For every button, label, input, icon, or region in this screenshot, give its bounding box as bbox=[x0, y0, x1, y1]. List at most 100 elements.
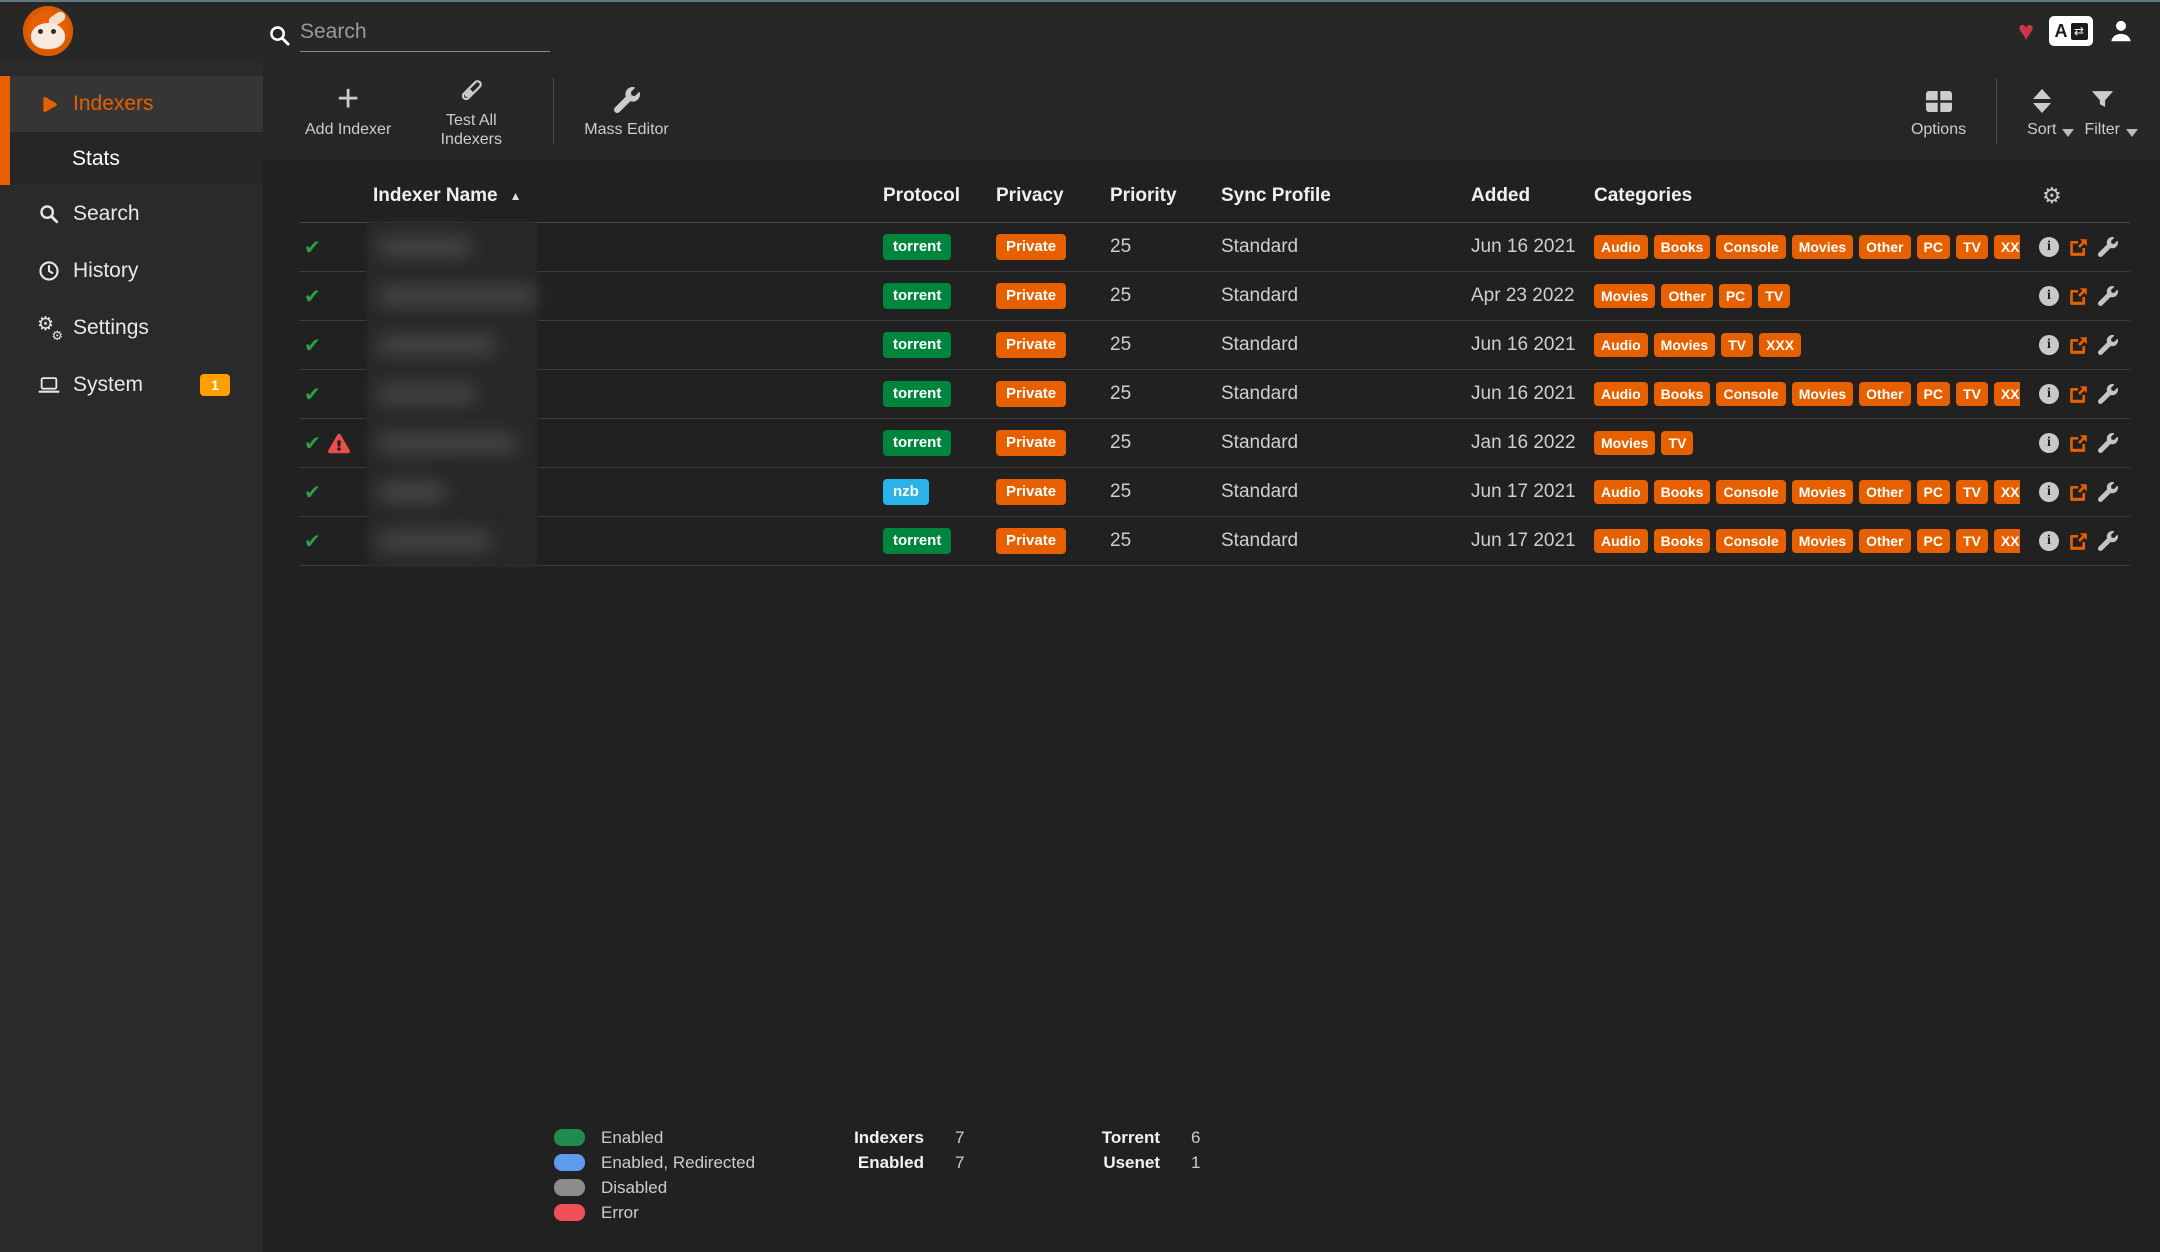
wrench-icon[interactable] bbox=[2098, 335, 2118, 355]
button-label: Mass Editor bbox=[584, 120, 668, 139]
redacted-name-blob bbox=[377, 286, 537, 306]
header-sync-profile[interactable]: Sync Profile bbox=[1221, 185, 1471, 207]
mass-editor-button[interactable]: Mass Editor bbox=[570, 83, 682, 139]
sidebar: Indexers Stats Search History bbox=[0, 62, 263, 1252]
external-link-icon[interactable] bbox=[2068, 286, 2089, 307]
category-badge: Movies bbox=[1792, 235, 1853, 259]
wrench-icon[interactable] bbox=[2098, 531, 2118, 551]
protocol-cell: torrent bbox=[883, 419, 996, 467]
protocol-cell: torrent bbox=[883, 321, 996, 369]
table-options-icon bbox=[1925, 83, 1953, 113]
external-link-icon[interactable] bbox=[2068, 433, 2089, 454]
external-link-icon[interactable] bbox=[2068, 237, 2089, 258]
category-badge: Other bbox=[1859, 529, 1910, 553]
filter-button[interactable]: Filter bbox=[2070, 83, 2134, 139]
header-protocol[interactable]: Protocol bbox=[883, 185, 996, 207]
info-icon[interactable]: i bbox=[2039, 237, 2059, 257]
protocol-cell: torrent bbox=[883, 272, 996, 320]
wrench-icon[interactable] bbox=[2098, 384, 2118, 404]
user-icon[interactable] bbox=[2108, 18, 2134, 44]
header-indexer-name[interactable]: Indexer Name ▲ bbox=[373, 185, 883, 207]
sidebar-item-label: History bbox=[73, 259, 138, 283]
header-privacy[interactable]: Privacy bbox=[996, 185, 1110, 207]
category-badge: Movies bbox=[1654, 333, 1715, 357]
sort-button[interactable]: Sort bbox=[2013, 83, 2070, 139]
row-actions-cell: i bbox=[2020, 272, 2130, 320]
add-indexer-button[interactable]: + Add Indexer bbox=[291, 83, 405, 139]
external-link-icon[interactable] bbox=[2068, 335, 2089, 356]
info-icon[interactable]: i bbox=[2039, 531, 2059, 551]
indexer-name-cell bbox=[373, 321, 883, 369]
wrench-icon[interactable] bbox=[2098, 433, 2118, 453]
sidebar-item-history[interactable]: History bbox=[0, 242, 263, 299]
privacy-badge: Private bbox=[996, 430, 1066, 455]
wrench-icon[interactable] bbox=[2098, 286, 2118, 306]
category-badge: Audio bbox=[1594, 529, 1648, 553]
info-icon[interactable]: i bbox=[2039, 433, 2059, 453]
protocol-cell: torrent bbox=[883, 370, 996, 418]
privacy-cell: Private bbox=[996, 517, 1110, 565]
sync-profile-cell: Standard bbox=[1221, 517, 1471, 565]
protocol-badge: nzb bbox=[883, 479, 929, 504]
search-input[interactable] bbox=[300, 18, 550, 52]
redacted-indexer-name bbox=[367, 270, 537, 322]
active-section: Indexers Stats bbox=[0, 76, 263, 185]
table-row: ✔torrentPrivate25StandardJun 16 2021Audi… bbox=[300, 223, 2130, 272]
indexer-name-cell bbox=[373, 223, 883, 271]
header-categories[interactable]: Categories bbox=[1594, 185, 2020, 207]
external-link-icon[interactable] bbox=[2068, 482, 2089, 503]
enabled-check-icon: ✔ bbox=[304, 284, 321, 309]
external-link-icon[interactable] bbox=[2068, 384, 2089, 405]
sidebar-item-label: Indexers bbox=[73, 92, 154, 116]
protocol-cell: torrent bbox=[883, 223, 996, 271]
header-priority[interactable]: Priority bbox=[1110, 185, 1221, 207]
table-row: ✔torrentPrivate25StandardJun 17 2021Audi… bbox=[300, 517, 2130, 566]
column-settings-button[interactable]: ⚙ bbox=[2020, 183, 2130, 209]
protocol-badge: torrent bbox=[883, 430, 951, 455]
test-all-indexers-button[interactable]: Test All Indexers bbox=[405, 74, 537, 149]
header-added[interactable]: Added bbox=[1471, 185, 1594, 207]
translate-icon[interactable]: A ⇄ bbox=[2049, 16, 2093, 46]
row-status-cell: ✔ bbox=[300, 370, 373, 418]
category-badge: Books bbox=[1654, 480, 1711, 504]
info-icon[interactable]: i bbox=[2039, 384, 2059, 404]
indexer-name-cell bbox=[373, 468, 883, 516]
prowlarr-logo[interactable] bbox=[23, 6, 73, 56]
vial-icon bbox=[458, 74, 485, 104]
added-date-cell: Jun 16 2021 bbox=[1471, 370, 1594, 418]
category-badge: XXX bbox=[1759, 333, 1801, 357]
row-status-cell: ✔ bbox=[300, 517, 373, 565]
category-badge: Movies bbox=[1792, 480, 1853, 504]
legend-color-pill bbox=[554, 1179, 585, 1196]
wrench-icon[interactable] bbox=[2098, 237, 2118, 257]
indexer-table: Indexer Name ▲ Protocol Privacy Priority… bbox=[300, 170, 2130, 566]
info-icon[interactable]: i bbox=[2039, 482, 2059, 502]
stat-label: Usenet bbox=[1030, 1153, 1160, 1173]
table-options-button[interactable]: Options bbox=[1897, 83, 1980, 139]
wrench-icon bbox=[614, 83, 640, 113]
sidebar-item-system[interactable]: System 1 bbox=[0, 356, 263, 413]
added-date-cell: Jan 16 2022 bbox=[1471, 419, 1594, 467]
wrench-icon[interactable] bbox=[2098, 482, 2118, 502]
added-date-cell: Jun 16 2021 bbox=[1471, 223, 1594, 271]
priority-cell: 25 bbox=[1110, 370, 1221, 418]
sidebar-item-settings[interactable]: Settings bbox=[0, 299, 263, 356]
external-link-icon[interactable] bbox=[2068, 531, 2089, 552]
priority-cell: 25 bbox=[1110, 419, 1221, 467]
privacy-badge: Private bbox=[996, 283, 1066, 308]
redacted-indexer-name bbox=[367, 515, 537, 567]
info-icon[interactable]: i bbox=[2039, 286, 2059, 306]
stat-row: Torrent6 bbox=[1030, 1125, 1266, 1150]
donate-heart-icon[interactable]: ♥ bbox=[2018, 18, 2034, 45]
info-icon[interactable]: i bbox=[2039, 335, 2059, 355]
sidebar-item-stats[interactable]: Stats bbox=[10, 132, 263, 185]
sync-profile-cell: Standard bbox=[1221, 370, 1471, 418]
redacted-name-blob bbox=[377, 335, 497, 355]
category-badge: Movies bbox=[1594, 284, 1655, 308]
sidebar-item-search[interactable]: Search bbox=[0, 185, 263, 242]
sidebar-item-indexers[interactable]: Indexers bbox=[10, 76, 263, 132]
categories-cell: MoviesTV bbox=[1594, 419, 2020, 467]
plus-icon: + bbox=[337, 83, 359, 113]
logo-face bbox=[31, 23, 65, 49]
row-status-cell: ✔ bbox=[300, 272, 373, 320]
